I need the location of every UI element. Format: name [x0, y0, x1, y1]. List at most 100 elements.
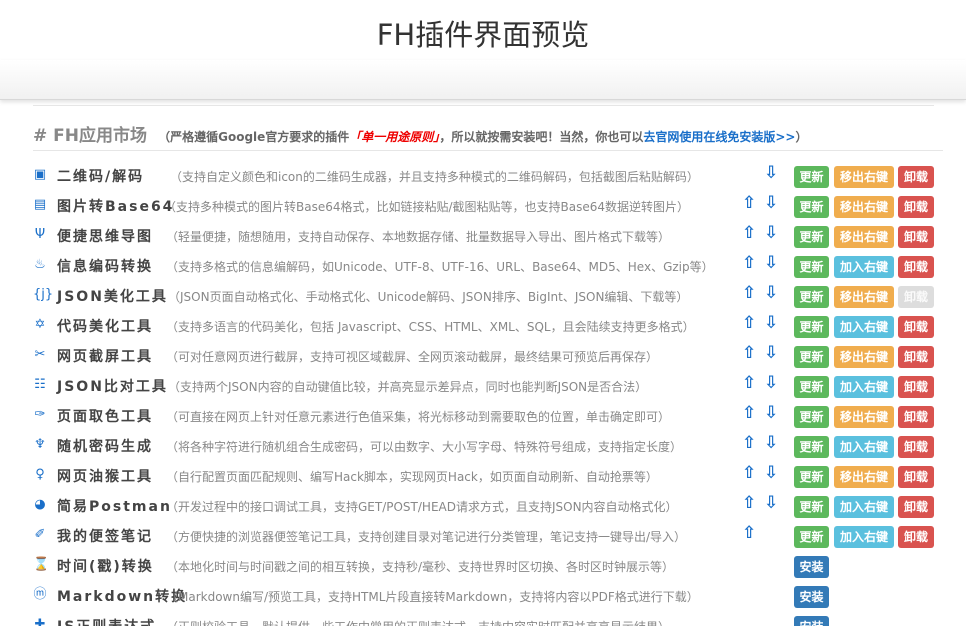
- remove-from-context-menu-button[interactable]: 移出右键: [834, 286, 894, 308]
- add-to-context-menu-button[interactable]: 加入右键: [834, 316, 894, 338]
- update-button[interactable]: 更新: [794, 226, 829, 248]
- uninstall-button[interactable]: 卸载: [898, 166, 934, 188]
- add-to-context-menu-button[interactable]: 加入右键: [834, 526, 894, 548]
- tool-description: （Markdown编写/预览工具，支持HTML片段直接转Markdown，支持将…: [166, 590, 699, 604]
- tool-row: {j} JSON美化工具 （JSON页面自动格式化、手动格式化、Unicode解码、…: [33, 280, 943, 310]
- update-button[interactable]: 更新: [794, 496, 829, 518]
- update-button[interactable]: 更新: [794, 376, 829, 398]
- tool-name[interactable]: 信息编码转换: [57, 256, 153, 276]
- tool-name[interactable]: 网页截屏工具: [57, 346, 153, 366]
- tool-row: ♆ 随机密码生成 （将各种字符进行随机组合生成密码，可以由数字、大小写字母、特殊符号…: [33, 430, 943, 460]
- move-up-icon[interactable]: ⇧: [742, 433, 756, 453]
- tool-name[interactable]: JSON比对工具: [57, 376, 168, 396]
- tool-name[interactable]: 我的便签笔记: [57, 526, 153, 546]
- tool-name[interactable]: 网页油猴工具: [57, 466, 153, 486]
- update-button[interactable]: 更新: [794, 196, 829, 218]
- tool-row: ⌛ 时间(戳)转换 （本地化时间与时间戳之间的相互转换，支持秒/毫秒、支持世界时区切…: [33, 550, 943, 580]
- uninstall-button[interactable]: 卸载: [898, 376, 934, 398]
- update-button[interactable]: 更新: [794, 316, 829, 338]
- tool-name[interactable]: 便捷思维导图: [57, 226, 153, 246]
- move-up-icon[interactable]: ⇧: [742, 193, 756, 213]
- update-button[interactable]: 更新: [794, 256, 829, 278]
- move-down-icon[interactable]: ⇩: [764, 223, 778, 243]
- tool-name[interactable]: 二维码/解码: [57, 166, 144, 186]
- tool-name[interactable]: 简易Postman: [57, 496, 172, 516]
- tool-name[interactable]: JSON美化工具: [57, 286, 168, 306]
- update-button[interactable]: 更新: [794, 466, 829, 488]
- qrcode-icon: ▣: [33, 167, 47, 182]
- add-to-context-menu-button[interactable]: 加入右键: [834, 496, 894, 518]
- tool-name[interactable]: 页面取色工具: [57, 406, 153, 426]
- tool-row: ✚ JS正则表达式 （正则校验工具，默认提供一些工作中常用的正则表达式，支持内容实时…: [33, 610, 943, 626]
- move-up-icon[interactable]: ⇧: [742, 523, 756, 543]
- tool-name[interactable]: JS正则表达式: [57, 616, 156, 626]
- market-note-mid: ，所以就按需安装吧！当然，你也可以: [439, 130, 644, 144]
- update-button[interactable]: 更新: [794, 526, 829, 548]
- tool-name[interactable]: 随机密码生成: [57, 436, 153, 456]
- remove-from-context-menu-button[interactable]: 移出右键: [834, 226, 894, 248]
- remove-from-context-menu-button[interactable]: 移出右键: [834, 166, 894, 188]
- add-to-context-menu-button[interactable]: 加入右键: [834, 256, 894, 278]
- add-to-context-menu-button[interactable]: 加入右键: [834, 376, 894, 398]
- update-button[interactable]: 更新: [794, 436, 829, 458]
- uninstall-button[interactable]: 卸载: [898, 436, 934, 458]
- remove-from-context-menu-button[interactable]: 移出右键: [834, 406, 894, 428]
- tool-name[interactable]: 时间(戳)转换: [57, 556, 154, 576]
- move-up-icon[interactable]: ⇧: [742, 343, 756, 363]
- uninstall-button[interactable]: 卸载: [898, 316, 934, 338]
- move-down-icon[interactable]: ⇩: [764, 433, 778, 453]
- update-button[interactable]: 更新: [794, 166, 829, 188]
- move-up-icon[interactable]: ⇧: [742, 493, 756, 513]
- move-up-icon[interactable]: ⇧: [742, 253, 756, 273]
- move-up-icon[interactable]: ⇧: [742, 283, 756, 303]
- tool-name[interactable]: 图片转Base64: [57, 196, 174, 216]
- tool-row: ▤ 图片转Base64 （支持多种模式的图片转Base64格式，比如链接粘贴/截图粘…: [33, 190, 943, 220]
- update-button[interactable]: 更新: [794, 346, 829, 368]
- tool-row: ♨ 信息编码转换 （支持多格式的信息编解码，如Unicode、UTF-8、UTF-1…: [33, 250, 943, 280]
- move-up-icon[interactable]: ⇧: [742, 223, 756, 243]
- move-down-icon[interactable]: ⇩: [764, 253, 778, 273]
- update-button[interactable]: 更新: [794, 406, 829, 428]
- image-icon: ▤: [33, 197, 47, 212]
- tool-description: （正则校验工具，默认提供一些工作中常用的正则表达式，支持内容实时匹配并高亮显示结…: [166, 618, 670, 626]
- remove-from-context-menu-button[interactable]: 移出右键: [834, 346, 894, 368]
- move-down-icon[interactable]: ⇩: [764, 163, 778, 183]
- key-icon: ♆: [34, 437, 46, 452]
- tool-name[interactable]: 代码美化工具: [57, 316, 153, 336]
- uninstall-button[interactable]: 卸载: [898, 496, 934, 518]
- remove-from-context-menu-button[interactable]: 移出右键: [834, 196, 894, 218]
- market-title: # FH应用市场: [33, 126, 148, 146]
- move-up-icon[interactable]: ⇧: [742, 373, 756, 393]
- move-up-icon[interactable]: ⇧: [742, 313, 756, 333]
- online-version-link[interactable]: 去官网使用在线免安装版>>: [643, 130, 795, 144]
- add-to-context-menu-button[interactable]: 加入右键: [834, 436, 894, 458]
- move-down-icon[interactable]: ⇩: [764, 193, 778, 213]
- color-picker-icon: ✑: [34, 407, 46, 422]
- move-up-icon[interactable]: ⇧: [742, 463, 756, 483]
- move-down-icon[interactable]: ⇩: [764, 283, 778, 303]
- uninstall-button[interactable]: 卸载: [898, 256, 934, 278]
- move-down-icon[interactable]: ⇩: [764, 343, 778, 363]
- update-button[interactable]: 更新: [794, 286, 829, 308]
- install-button[interactable]: 安装: [794, 556, 829, 578]
- uninstall-button[interactable]: 卸载: [898, 526, 934, 548]
- move-down-icon[interactable]: ⇩: [764, 493, 778, 513]
- tool-description: （自行配置页面匹配规则、编写Hack脚本，实现网页Hack，如页面自动刷新、自动…: [166, 470, 658, 484]
- uninstall-button[interactable]: 卸载: [898, 226, 934, 248]
- move-down-icon[interactable]: ⇩: [764, 403, 778, 423]
- tool-row: ✡ 代码美化工具 （支持多语言的代码美化，包括 Javascript、CSS、HTM…: [33, 310, 943, 340]
- move-down-icon[interactable]: ⇩: [764, 373, 778, 393]
- remove-from-context-menu-button[interactable]: 移出右键: [834, 466, 894, 488]
- uninstall-button[interactable]: 卸载: [898, 346, 934, 368]
- install-button[interactable]: 安装: [794, 586, 829, 608]
- tool-row: ✐ 我的便签笔记 （方便快捷的浏览器便签笔记工具，支持创建目录对笔记进行分类管理，笔…: [33, 520, 943, 550]
- install-button[interactable]: 安装: [794, 616, 829, 626]
- hourglass-icon: ⌛: [33, 557, 50, 572]
- uninstall-button[interactable]: 卸载: [898, 466, 934, 488]
- tool-row: ⓜ Markdown转换 （Markdown编写/预览工具，支持HTML片段直接转M…: [33, 580, 943, 610]
- move-down-icon[interactable]: ⇩: [764, 313, 778, 333]
- move-down-icon[interactable]: ⇩: [764, 463, 778, 483]
- uninstall-button[interactable]: 卸载: [898, 196, 934, 218]
- uninstall-button[interactable]: 卸载: [898, 406, 934, 428]
- move-up-icon[interactable]: ⇧: [742, 403, 756, 423]
